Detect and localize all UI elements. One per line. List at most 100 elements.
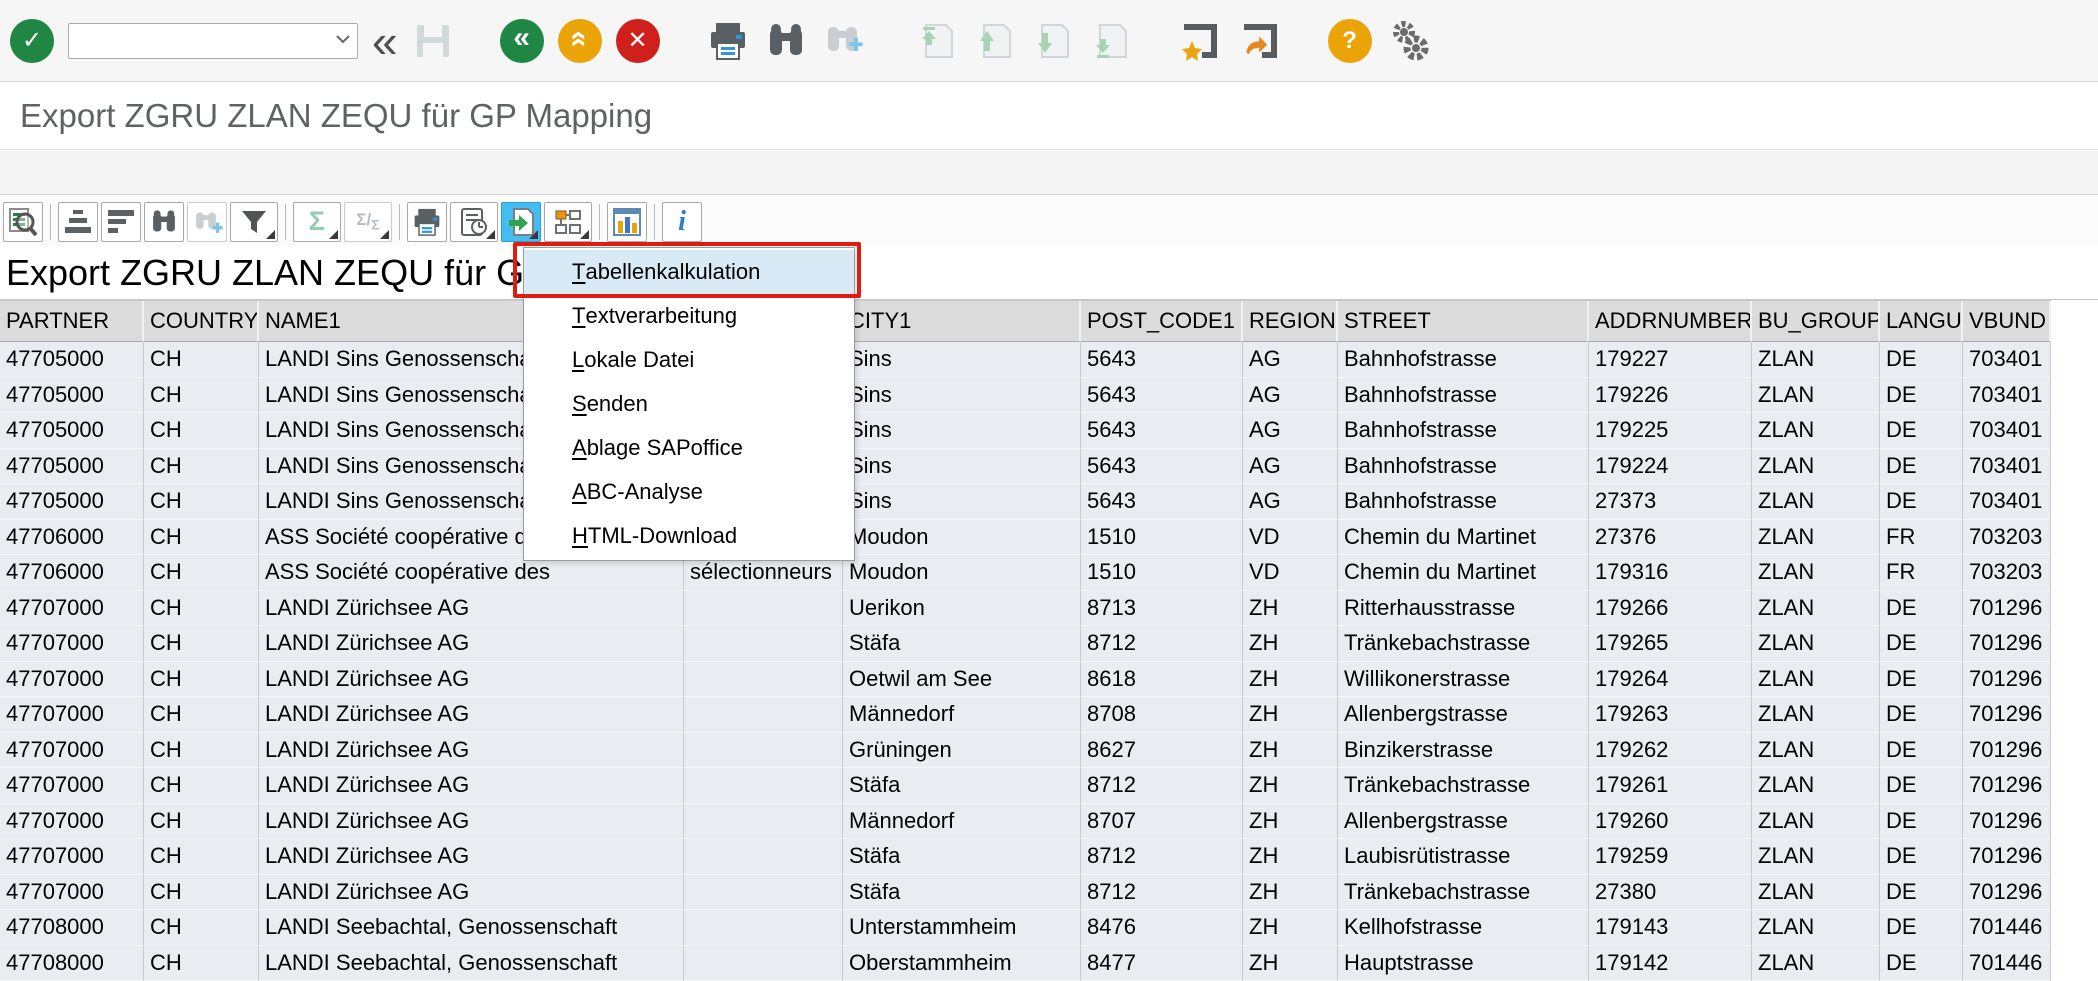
next-page-icon[interactable] [1028,19,1072,63]
table-cell[interactable]: 8707 [1081,804,1243,840]
table-cell[interactable]: 8708 [1081,697,1243,733]
command-field[interactable] [68,23,358,59]
table-cell[interactable]: CH [144,839,259,875]
table-cell[interactable]: 179265 [1589,626,1752,662]
table-cell[interactable]: DE [1880,910,1963,946]
column-header[interactable]: COUNTRY [144,301,259,342]
table-cell[interactable]: 47707000 [0,875,144,911]
table-cell[interactable]: CH [144,413,259,449]
table-cell[interactable]: Laubisrütistrasse [1338,839,1589,875]
save-icon[interactable] [412,20,454,62]
table-cell[interactable]: 47707000 [0,662,144,698]
find-icon[interactable] [764,19,808,63]
table-cell[interactable]: 703401 [1963,342,2051,378]
table-cell[interactable]: 5643 [1081,484,1243,520]
find-icon[interactable] [144,202,184,242]
table-cell[interactable]: DE [1880,839,1963,875]
table-cell[interactable]: ZLAN [1752,946,1880,981]
table-cell[interactable]: 47708000 [0,910,144,946]
table-cell[interactable]: CH [144,378,259,414]
table-cell[interactable]: AG [1243,413,1338,449]
table-cell[interactable]: Sins [843,484,1081,520]
table-cell[interactable]: 179266 [1589,591,1752,627]
table-cell[interactable]: 703203 [1963,555,2051,591]
customize-icon[interactable] [1386,18,1432,64]
table-cell[interactable]: 179261 [1589,768,1752,804]
table-cell[interactable]: 1510 [1081,555,1243,591]
table-cell[interactable] [684,591,843,627]
table-cell[interactable]: Sins [843,342,1081,378]
help-icon[interactable]: ? [1328,19,1372,63]
table-cell[interactable]: 8477 [1081,946,1243,981]
menu-item-lokale-datei[interactable]: Lokale Datei [524,338,854,382]
table-cell[interactable]: 179143 [1589,910,1752,946]
sum-icon[interactable]: Σ [293,202,341,242]
table-cell[interactable]: CH [144,626,259,662]
table-cell[interactable]: ZLAN [1752,591,1880,627]
table-cell[interactable]: 8627 [1081,733,1243,769]
table-cell[interactable]: 701296 [1963,768,2051,804]
table-cell[interactable]: 8712 [1081,626,1243,662]
menu-item-ablage-sapoffice[interactable]: Ablage SAPoffice [524,426,854,470]
table-cell[interactable]: CH [144,342,259,378]
table-cell[interactable]: Bahnhofstrasse [1338,378,1589,414]
table-cell[interactable]: 47707000 [0,839,144,875]
table-cell[interactable]: FR [1880,555,1963,591]
table-cell[interactable]: CH [144,697,259,733]
table-cell[interactable]: DE [1880,591,1963,627]
table-cell[interactable]: Allenbergstrasse [1338,697,1589,733]
table-cell[interactable]: DE [1880,484,1963,520]
table-cell[interactable]: 47705000 [0,378,144,414]
table-cell[interactable]: DE [1880,449,1963,485]
views-icon[interactable] [450,202,498,242]
table-cell[interactable]: 47705000 [0,342,144,378]
table-cell[interactable]: DE [1880,804,1963,840]
table-cell[interactable]: 27373 [1589,484,1752,520]
table-cell[interactable]: 47705000 [0,413,144,449]
table-cell[interactable]: 47705000 [0,449,144,485]
table-cell[interactable]: ZLAN [1752,626,1880,662]
table-cell[interactable]: Grüningen [843,733,1081,769]
table-cell[interactable]: DE [1880,378,1963,414]
cancel-icon[interactable]: ✕ [616,19,660,63]
menu-item-tabellenkalkulation[interactable]: Tabellenkalkulation [524,250,854,294]
filter-icon[interactable] [230,202,278,242]
table-cell[interactable]: 179259 [1589,839,1752,875]
table-cell[interactable]: 701296 [1963,804,2051,840]
table-cell[interactable]: 47705000 [0,484,144,520]
table-cell[interactable]: LANDI Zürichsee AG [259,839,684,875]
table-cell[interactable]: Sins [843,413,1081,449]
table-cell[interactable]: CH [144,804,259,840]
table-cell[interactable]: AG [1243,342,1338,378]
table-cell[interactable]: 701296 [1963,839,2051,875]
table-cell[interactable]: Moudon [843,520,1081,556]
new-session-icon[interactable] [1176,19,1222,63]
column-header[interactable]: PARTNER [0,301,144,342]
table-cell[interactable]: 8476 [1081,910,1243,946]
table-cell[interactable]: 701296 [1963,591,2051,627]
table-cell[interactable]: CH [144,946,259,981]
table-cell[interactable]: ZLAN [1752,697,1880,733]
table-cell[interactable]: ZLAN [1752,910,1880,946]
choose-layout-icon[interactable] [544,202,592,242]
table-cell[interactable]: ZLAN [1752,804,1880,840]
table-cell[interactable]: Moudon [843,555,1081,591]
table-cell[interactable]: LANDI Zürichsee AG [259,591,684,627]
table-cell[interactable]: 179262 [1589,733,1752,769]
table-cell[interactable]: 701296 [1963,733,2051,769]
table-cell[interactable]: 701296 [1963,697,2051,733]
table-cell[interactable]: ZH [1243,733,1338,769]
table-cell[interactable]: AG [1243,378,1338,414]
table-cell[interactable]: FR [1880,520,1963,556]
table-cell[interactable]: 47708000 [0,946,144,981]
table-cell[interactable]: 27380 [1589,875,1752,911]
table-cell[interactable]: 47706000 [0,520,144,556]
table-cell[interactable]: 179263 [1589,697,1752,733]
table-cell[interactable]: Bahnhofstrasse [1338,484,1589,520]
table-cell[interactable]: ZH [1243,839,1338,875]
table-cell[interactable]: ZH [1243,697,1338,733]
table-cell[interactable]: AG [1243,449,1338,485]
table-cell[interactable]: 701446 [1963,946,2051,981]
table-cell[interactable]: LANDI Seebachtal, Genossenschaft [259,910,684,946]
table-cell[interactable]: Allenbergstrasse [1338,804,1589,840]
